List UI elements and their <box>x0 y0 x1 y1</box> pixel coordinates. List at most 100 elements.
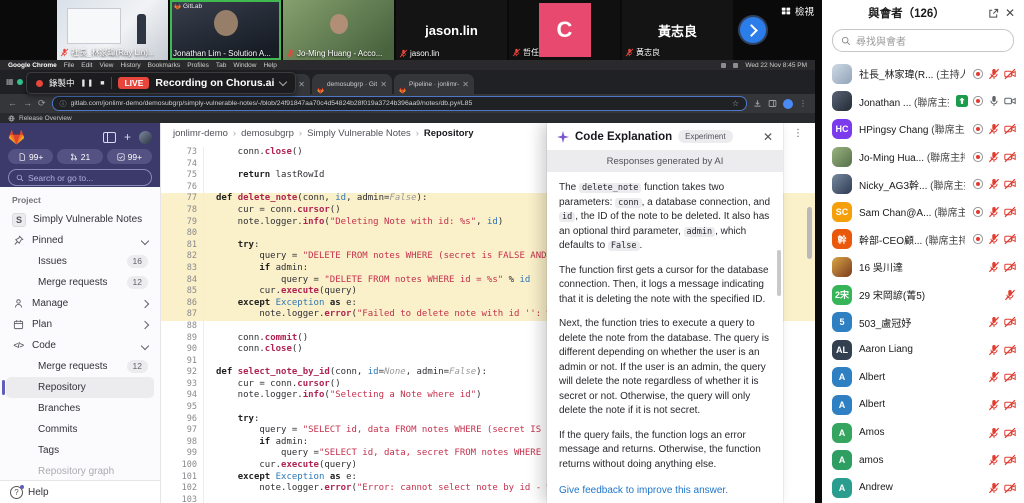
line-number[interactable]: 99 <box>161 448 204 461</box>
sidebar-item-branches[interactable]: Branches <box>6 398 154 419</box>
participant-row[interactable]: Jo-Ming Hua... (聯席主持人) <box>822 143 1024 171</box>
video-tile[interactable]: jason.lin jason.lin <box>396 0 507 60</box>
menu-item[interactable]: Tab <box>216 62 226 69</box>
popout-icon[interactable] <box>988 8 999 19</box>
line-number[interactable]: 82 <box>161 251 204 263</box>
participant-row[interactable]: Nicky_AG3幹... (聯席主持人) <box>822 170 1024 198</box>
video-tile[interactable]: C 哲任 <box>509 0 620 60</box>
close-panel-icon[interactable]: ✕ <box>1005 6 1015 20</box>
counter-pill[interactable]: 21 <box>57 149 103 164</box>
menu-item[interactable]: Help <box>263 62 276 69</box>
user-avatar[interactable] <box>139 130 152 144</box>
participant-row[interactable]: 幹幹部-CEO顧... (聯席主持人) <box>822 226 1024 254</box>
participant-row[interactable]: A Albert <box>822 364 1024 392</box>
menu-item[interactable]: Bookmarks <box>148 62 181 69</box>
line-number[interactable]: 79 <box>161 216 204 229</box>
menu-item[interactable]: Google Chrome <box>8 62 57 69</box>
create-new-icon[interactable]: + <box>124 131 131 143</box>
url-field[interactable]: ⓘ gitlab.com/jonlimr-demo/demosubgrp/sim… <box>51 96 747 111</box>
counter-pill[interactable]: 99+ <box>106 149 152 164</box>
menu-item[interactable]: File <box>64 62 74 69</box>
participant-row[interactable]: A Albert <box>822 391 1024 419</box>
line-number[interactable]: 102 <box>161 483 204 495</box>
line-number[interactable]: 73 <box>161 147 204 159</box>
breadcrumb-item[interactable]: Repository <box>424 128 474 139</box>
bookmark-item[interactable]: Release Overview <box>19 115 72 122</box>
browser-tab[interactable]: Pipeline · jonlimr-demo | de...✕ <box>394 74 474 94</box>
video-tile[interactable]: 黃志良 黃志良 <box>622 0 733 60</box>
breadcrumb-item[interactable]: demosubgrp <box>241 128 294 139</box>
line-number[interactable]: 75 <box>161 170 204 182</box>
breadcrumb-item[interactable]: jonlimr-demo <box>173 128 228 139</box>
line-number[interactable]: 103 <box>161 494 204 503</box>
close-icon[interactable]: ✕ <box>763 130 773 144</box>
window-controls[interactable]: ▦ <box>6 78 23 86</box>
menu-item[interactable]: Edit <box>81 62 92 69</box>
line-number[interactable]: 76 <box>161 181 204 194</box>
participant-row[interactable]: HC HPingsy Chang (聯席主持人) <box>822 115 1024 143</box>
participant-row[interactable]: SC Sam Chan@A... (聯席主持人) <box>822 198 1024 226</box>
line-number[interactable]: 84 <box>161 274 204 287</box>
line-number[interactable]: 81 <box>161 239 204 252</box>
line-number[interactable]: 92 <box>161 367 204 379</box>
counter-pill[interactable]: 99+ <box>8 149 54 164</box>
line-number[interactable]: 89 <box>161 332 204 345</box>
profile-avatar[interactable] <box>783 98 793 109</box>
participant-row[interactable]: A Amos <box>822 419 1024 447</box>
participant-row[interactable]: Jonathan ... (聯席主持人) <box>822 88 1024 116</box>
search-input[interactable]: Search or go to... <box>8 169 152 186</box>
line-number[interactable]: 74 <box>161 158 204 171</box>
tab-close-icon[interactable]: ✕ <box>298 80 305 89</box>
breadcrumb-item[interactable]: Simply Vulnerable Notes <box>307 128 411 139</box>
pause-button[interactable]: ❚❚ <box>81 79 95 87</box>
sidebar-item-merge-requests[interactable]: Merge requests 12 <box>6 356 154 377</box>
line-number[interactable]: 90 <box>161 344 204 356</box>
line-number[interactable]: 85 <box>161 286 204 298</box>
gitlab-logo[interactable] <box>8 129 25 145</box>
sidebar-toggle-icon[interactable] <box>102 131 116 143</box>
participant-row[interactable]: 2宋 29 宋岡諺(菁5) <box>822 281 1024 309</box>
stop-button[interactable]: ■ <box>100 80 105 87</box>
more-actions-icon[interactable]: ⋮ <box>793 128 803 139</box>
forward-button[interactable]: → <box>23 99 32 108</box>
participant-row[interactable]: Aamos <box>822 446 1024 474</box>
participant-search-input[interactable]: 尋找與會者 <box>832 29 1014 52</box>
bookmark-star-icon[interactable]: ☆ <box>732 99 739 108</box>
line-number[interactable]: 96 <box>161 413 204 426</box>
sidebar-item-plan[interactable]: Plan <box>6 314 154 335</box>
video-tile[interactable]: 社長_林家瑋(Ray Lin)... <box>57 0 168 60</box>
view-layout-button[interactable]: 檢視 <box>781 4 814 18</box>
reload-button[interactable]: ⟳ <box>38 99 46 108</box>
next-videos-button[interactable] <box>740 17 766 43</box>
line-number[interactable]: 95 <box>161 402 204 414</box>
line-number[interactable]: 80 <box>161 228 204 240</box>
help-button[interactable]: ? Help <box>0 480 160 503</box>
sidebar-item-merge-requests[interactable]: Merge requests 12 <box>6 272 154 293</box>
line-number[interactable]: 83 <box>161 262 204 275</box>
menu-item[interactable]: Window <box>233 62 256 69</box>
menu-item[interactable]: Profiles <box>187 62 209 69</box>
sidebar-item-simply-vulnerable-notes[interactable]: S Simply Vulnerable Notes <box>6 209 154 230</box>
browser-menu-icon[interactable]: ⋮ <box>799 99 807 108</box>
sidebar-item-manage[interactable]: Manage <box>6 293 154 314</box>
sidebar-item-commits[interactable]: Commits <box>6 419 154 440</box>
sidebar-item-code[interactable]: </> Code <box>6 335 154 356</box>
browser-tab[interactable]: demosubgrp · GitLab✕ <box>312 74 392 94</box>
sidebar-item-repository[interactable]: Repository <box>2 377 154 398</box>
sidebar-item-tags[interactable]: Tags <box>6 440 154 461</box>
line-number[interactable]: 98 <box>161 436 204 449</box>
participant-row[interactable]: A Andrew <box>822 474 1024 502</box>
drawer-scrollbar[interactable] <box>777 250 781 296</box>
line-number[interactable]: 97 <box>161 425 204 437</box>
page-scrollbar[interactable] <box>807 207 812 259</box>
download-icon[interactable] <box>753 99 762 108</box>
sidebar-item-pinned[interactable]: Pinned <box>6 230 154 251</box>
menu-item[interactable]: View <box>99 62 113 69</box>
tab-close-icon[interactable]: ✕ <box>380 80 387 89</box>
feedback-link[interactable]: Give feedback to improve this answer. <box>559 484 728 499</box>
line-number[interactable]: 87 <box>161 309 204 321</box>
site-info-icon[interactable]: ⓘ <box>60 99 67 109</box>
back-button[interactable]: ← <box>8 99 17 108</box>
video-tile[interactable]: GitLab Jonathan Lim - Solution A... <box>170 0 281 60</box>
participant-row[interactable]: 16 吳川達 <box>822 253 1024 281</box>
